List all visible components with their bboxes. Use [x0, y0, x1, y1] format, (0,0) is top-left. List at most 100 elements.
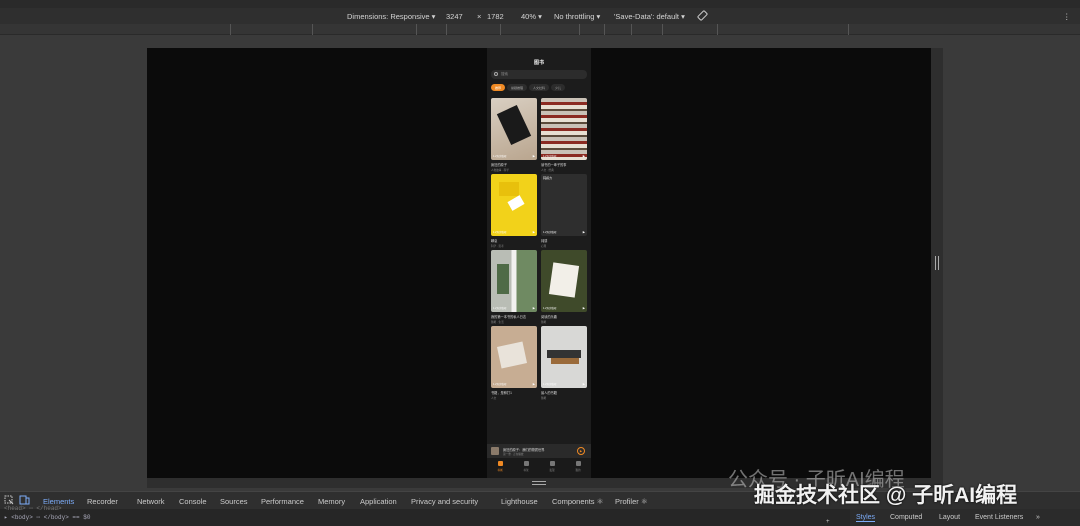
play-icon[interactable]: ▶ — [533, 382, 535, 386]
tab-bookstore[interactable]: 书城 — [491, 461, 509, 472]
play-button-icon[interactable]: ▶ — [577, 447, 585, 455]
ruler-marker — [500, 24, 501, 35]
play-icon[interactable]: ▶ — [583, 230, 585, 234]
tab-label: 发现 — [549, 469, 555, 472]
card-subtitle: 随笔 · 生活 — [491, 321, 504, 324]
listen-count: 1.2万次收听 — [543, 307, 557, 310]
tab-application[interactable]: Application — [360, 497, 397, 506]
card-title: 瞬息 — [491, 239, 498, 243]
listen-count: 1.2万次收听 — [543, 155, 557, 158]
ruler-marker — [416, 24, 417, 35]
ruler-marker — [604, 24, 605, 35]
plant-shape — [497, 264, 509, 294]
watermark-community: 掘金技术社区 @ 子昕AI编程 — [754, 484, 1018, 507]
category-chips: 推荐 悬疑推理 人文社科 少儿 — [491, 84, 591, 92]
throttling-dropdown[interactable]: No throttling ▾ — [554, 12, 600, 21]
ruler-marker — [230, 24, 231, 35]
tab-styles[interactable]: Styles — [856, 514, 876, 522]
listen-count: 1.2万次收听 — [493, 155, 507, 158]
book-card[interactable]: 1.2万次收听 ▶ 书籍，是种打1 人文 — [491, 326, 537, 400]
app-screen: 图书 搜索 推荐 悬疑推理 人文社科 少儿 1.2万次收听 ▶ 疯狂的原子 人类故事 … — [487, 48, 591, 478]
tab-computed[interactable]: Computed — [890, 514, 922, 521]
width-input[interactable]: 3247 — [446, 12, 463, 21]
tab-discover[interactable]: 发现 — [543, 461, 561, 472]
tab-profiler[interactable]: Profiler ⚛ — [615, 497, 648, 506]
tab-performance[interactable]: Performance — [261, 497, 304, 506]
listen-count: 1.2万次收听 — [543, 231, 557, 234]
book-cover: 1.2万次收听 ▶ — [541, 98, 587, 160]
book-card[interactable]: 钝感力 1.2万次收听 ▶ 钝感 心理 — [541, 174, 587, 248]
tab-recorder[interactable]: Recorder — [87, 497, 118, 506]
tab-event-listeners[interactable]: Event Listeners — [975, 514, 1023, 521]
ruler-marker — [446, 24, 447, 35]
search-input[interactable]: 搜索 — [491, 70, 587, 79]
media-query-ruler[interactable] — [0, 24, 1080, 35]
tab-lighthouse[interactable]: Lighthouse — [501, 497, 538, 506]
tab-console[interactable]: Console — [179, 497, 207, 506]
book-card[interactable]: 1.2万次收听 ▶ 疯狂的原子 人类故事 · 科学 — [491, 98, 537, 172]
book-card[interactable]: 1.2万次收听 ▶ 阅读的乐趣 随笔 — [541, 250, 587, 324]
play-icon[interactable]: ▶ — [533, 306, 535, 310]
new-rule-icon[interactable]: + — [826, 518, 830, 525]
chip-kids[interactable]: 少儿 — [551, 84, 566, 91]
tab-privacy-security[interactable]: Privacy and security — [411, 497, 478, 506]
resize-handle-right[interactable] — [931, 48, 943, 478]
chip-recommend[interactable]: 推荐 — [491, 84, 506, 91]
book-card[interactable]: 1.2万次收听 ▶ 我的第一本书的私人日志 随笔 · 生活 — [491, 250, 537, 324]
device-toolbar: Dimensions: Responsive ▾ 3247 × 1782 40%… — [0, 8, 1080, 24]
cover-label: 钝感力 — [543, 176, 553, 180]
card-title: 书籍，是种打1 — [491, 391, 512, 395]
card-subtitle: 人文 · 经典 — [541, 169, 554, 172]
chip-mystery[interactable]: 悬疑推理 — [507, 84, 528, 91]
listen-count: 1.2万次收听 — [493, 231, 507, 234]
chip-humanities[interactable]: 人文社科 — [529, 84, 550, 91]
play-icon[interactable]: ▶ — [533, 154, 535, 158]
book-card[interactable]: 1.2万次收听 ▶ 读书的一辈子的事 人文 · 经典 — [541, 98, 587, 172]
zoom-dropdown[interactable]: 40% ▾ — [521, 12, 542, 21]
tab-profile[interactable]: 我的 — [569, 461, 587, 472]
card-title: 钝感 — [541, 239, 548, 243]
tab-layout[interactable]: Layout — [939, 514, 960, 521]
tab-label: 书城 — [497, 469, 503, 472]
play-icon[interactable]: ▶ — [583, 154, 585, 158]
card-title: 我的第一本书的私人日志 — [491, 315, 527, 319]
dom-line-head[interactable]: <head> ⋯ </head> — [4, 505, 62, 512]
book-shape — [496, 104, 532, 146]
card-title: 最人的书籍 — [541, 391, 557, 395]
tab-sources[interactable]: Sources — [220, 497, 248, 506]
book-card[interactable]: 1.2万次收听 ▶ 瞬息 科学 · 思考 — [491, 174, 537, 248]
more-options-icon[interactable]: ⋮ — [1063, 12, 1071, 21]
listen-count: 1.2万次收听 — [493, 307, 507, 310]
tab-components[interactable]: Components ⚛ — [552, 497, 603, 506]
rotate-icon[interactable] — [697, 10, 708, 23]
times-sign: × — [477, 12, 482, 21]
book-shape — [499, 182, 519, 196]
ruler-marker — [717, 24, 718, 35]
bookstore-icon — [497, 461, 503, 466]
height-input[interactable]: 1782 — [487, 12, 504, 21]
book-shape — [507, 195, 525, 211]
play-icon[interactable]: ▶ — [533, 230, 535, 234]
more-tabs-icon[interactable]: » — [1036, 514, 1040, 521]
page-title: 图书 — [533, 60, 544, 66]
book-card[interactable]: 1.2万次收听 ▶ 最人的书籍 随笔 — [541, 326, 587, 400]
grip-icon — [935, 256, 939, 270]
listen-count: 1.2万次收听 — [543, 383, 557, 386]
tab-network[interactable]: Network — [137, 497, 165, 506]
save-data-dropdown[interactable]: 'Save-Data': default ▾ — [614, 12, 685, 21]
dom-line-body[interactable]: ▸ <body> ⋯ </body> == $0 — [4, 514, 90, 521]
discover-icon — [549, 461, 555, 466]
mini-player-cover — [491, 447, 499, 455]
card-title: 阅读的乐趣 — [541, 315, 557, 319]
card-subtitle: 随笔 — [541, 397, 547, 400]
play-icon[interactable]: ▶ — [583, 382, 585, 386]
browser-top-strip — [0, 0, 1080, 8]
book-cover: 1.2万次收听 ▶ — [541, 326, 587, 388]
grip-icon — [532, 481, 546, 485]
mini-player[interactable]: 疯狂的原子：我们的物质世界 第一章 · 正在播放 ▶ — [487, 444, 591, 458]
tab-memory[interactable]: Memory — [318, 497, 345, 506]
play-icon[interactable]: ▶ — [583, 306, 585, 310]
ruler-marker — [579, 24, 580, 35]
tab-bookshelf[interactable]: 书架 — [517, 461, 535, 472]
dimensions-dropdown[interactable]: Dimensions: Responsive ▾ — [347, 12, 435, 21]
